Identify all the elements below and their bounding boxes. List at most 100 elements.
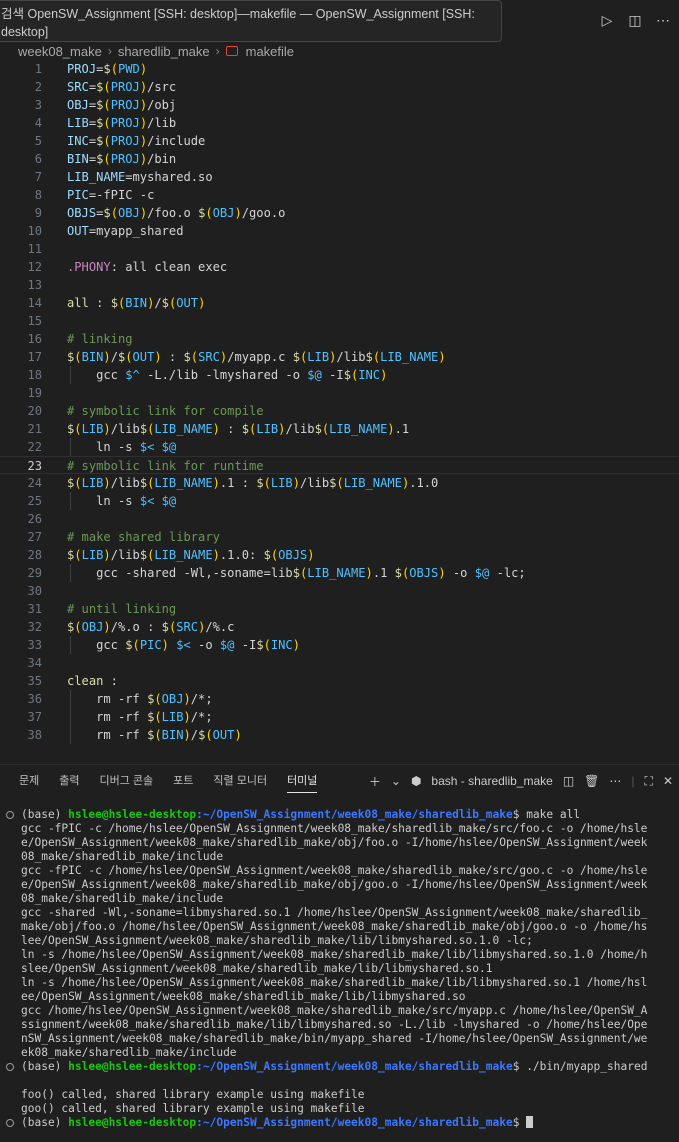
tab-problems[interactable]: 문제 — [0, 765, 49, 797]
code-line[interactable]: 13 — [0, 276, 679, 294]
line-number: 3 — [34, 98, 42, 112]
code-line[interactable]: 22 ln -s $< $@ — [0, 438, 679, 456]
code-line[interactable]: 19 — [0, 384, 679, 402]
maximize-panel-icon[interactable]: ⛶ — [645, 774, 653, 789]
line-number: 1 — [34, 62, 42, 76]
split-editor-icon[interactable]: ◫ — [627, 12, 643, 28]
code-line[interactable]: 15 — [0, 312, 679, 330]
code-line[interactable]: 6 BIN=$(PROJ)/bin — [0, 150, 679, 168]
code-line[interactable]: 27 # make shared library — [0, 528, 679, 546]
code-line[interactable]: 23 # symbolic link for runtime — [0, 456, 679, 474]
tab-debug-console[interactable]: 디버그 콘솔 — [90, 765, 164, 797]
code-text: clean : — [67, 674, 118, 688]
indent-guide — [70, 366, 71, 384]
terminal-output-line: 08_make/sharedlib_make/include — [21, 850, 224, 863]
code-line[interactable]: 38 rm -rf $(BIN)/$(OUT) — [0, 726, 679, 744]
line-number: 8 — [34, 188, 42, 202]
code-line[interactable]: 9 OBJS=$(OBJ)/foo.o $(OBJ)/goo.o — [0, 204, 679, 222]
code-line[interactable]: 28 $(LIB)/lib$(LIB_NAME).1.0: $(OBJS) — [0, 546, 679, 564]
chevron-down-icon[interactable]: ⌄ — [391, 774, 401, 788]
breadcrumb: week08_make › sharedlib_make › makefile — [0, 42, 294, 60]
code-line[interactable]: 35 clean : — [0, 672, 679, 690]
more-actions-icon[interactable]: ⋯ — [655, 12, 671, 28]
code-line[interactable]: 37 rm -rf $(LIB)/*; — [0, 708, 679, 726]
line-number: 16 — [27, 332, 42, 346]
code-text: $(LIB)/lib$(LIB_NAME).1.0: $(OBJS) — [67, 548, 315, 562]
code-line[interactable]: 4 LIB=$(PROJ)/lib — [0, 114, 679, 132]
more-actions-icon[interactable]: ⋯ — [609, 774, 621, 788]
tab-terminal[interactable]: 터미널 — [277, 765, 327, 797]
terminal-output-line: nSW_Assignment/week08_make/sharedlib_mak… — [21, 1032, 648, 1045]
code-text: OBJ=$(PROJ)/obj — [67, 98, 177, 112]
code-line[interactable]: 24 $(LIB)/lib$(LIB_NAME).1 : $(LIB)/lib$(… — [0, 474, 679, 492]
code-line[interactable]: 17 $(BIN)/$(OUT) : $(SRC)/myapp.c $(LIB)/… — [0, 348, 679, 366]
close-icon[interactable]: ✕ — [663, 774, 673, 788]
breadcrumb-week08-make[interactable]: week08_make — [18, 44, 102, 59]
code-line[interactable]: 12 .PHONY: all clean exec — [0, 258, 679, 276]
line-number: 11 — [27, 242, 42, 256]
breadcrumb-makefile[interactable]: makefile — [246, 44, 294, 59]
line-number: 2 — [34, 80, 42, 94]
code-line[interactable]: 34 — [0, 654, 679, 672]
line-number: 32 — [27, 620, 42, 634]
code-text: OUT=myapp_shared — [67, 224, 184, 238]
code-text: rm -rf $(BIN)/$(OUT) — [67, 728, 242, 742]
code-line[interactable]: 26 — [0, 510, 679, 528]
code-line[interactable]: 2 SRC=$(PROJ)/src — [0, 78, 679, 96]
code-line[interactable]: 3 OBJ=$(PROJ)/obj — [0, 96, 679, 114]
command-status-icon[interactable] — [6, 1063, 14, 1071]
indent-guide — [70, 492, 71, 510]
code-text: # linking — [67, 332, 133, 346]
terminal-output-line: make/obj/foo.o /home/hslee/OpenSW_Assign… — [21, 920, 648, 933]
line-number: 18 — [27, 368, 42, 382]
code-editor[interactable]: 1 PROJ=$(PWD) 2 SRC=$(PROJ)/src 3 OBJ=$(PROJ)… — [0, 60, 679, 760]
code-line[interactable]: 7 LIB_NAME=myshared.so — [0, 168, 679, 186]
code-text: gcc -shared -Wl,-soname=lib$(LIB_NAME).1… — [67, 566, 526, 580]
line-number: 22 — [27, 440, 42, 454]
code-text: LIB_NAME=myshared.so — [67, 170, 213, 184]
code-line[interactable]: 31 # until linking — [0, 600, 679, 618]
command-status-icon[interactable] — [6, 1119, 14, 1127]
terminal-output-line: goo() called, shared library example usi… — [21, 1102, 365, 1115]
chevron-right-icon: › — [107, 44, 112, 58]
terminal[interactable]: (base) hslee@hslee-desktop:~/OpenSW_Assi… — [0, 808, 679, 1138]
new-terminal-icon[interactable]: ＋ — [369, 773, 381, 790]
code-line[interactable]: 14 all : $(BIN)/$(OUT) — [0, 294, 679, 312]
code-text: PIC=-fPIC -c — [67, 188, 155, 202]
tab-output[interactable]: 출력 — [49, 765, 89, 797]
code-line[interactable]: 8 PIC=-fPIC -c — [0, 186, 679, 204]
code-line[interactable]: 29 gcc -shared -Wl,-soname=lib$(LIB_NAME… — [0, 564, 679, 582]
tab-serial-monitor[interactable]: 직렬 모니터 — [203, 765, 277, 797]
terminal-output-line: e/OpenSW_Assignment/week08_make/sharedli… — [21, 836, 648, 849]
code-line[interactable]: 21 $(LIB)/lib$(LIB_NAME) : $(LIB)/lib$(LI… — [0, 420, 679, 438]
line-number: 7 — [34, 170, 42, 184]
command-status-icon[interactable] — [6, 811, 14, 819]
code-line[interactable]: 32 $(OBJ)/%.o : $(SRC)/%.c — [0, 618, 679, 636]
tab-ports[interactable]: 포트 — [163, 765, 203, 797]
line-number: 36 — [27, 692, 42, 706]
code-line[interactable]: 20 # symbolic link for compile — [0, 402, 679, 420]
code-text: # symbolic link for runtime — [67, 459, 264, 473]
code-line[interactable]: 10 OUT=myapp_shared — [0, 222, 679, 240]
code-line[interactable]: 11 — [0, 240, 679, 258]
code-line[interactable]: 33 gcc $(PIC) $< -o $@ -I$(INC) — [0, 636, 679, 654]
indent-guide — [70, 636, 71, 654]
breadcrumb-sharedlib-make[interactable]: sharedlib_make — [118, 44, 210, 59]
code-line[interactable]: 25 ln -s $< $@ — [0, 492, 679, 510]
line-number: 23 — [27, 459, 42, 473]
code-text: $(OBJ)/%.o : $(SRC)/%.c — [67, 620, 235, 634]
trash-icon[interactable]: 🗑 — [584, 774, 599, 788]
code-line[interactable]: 18 gcc $^ -L./lib -lmyshared -o $@ -I$(I… — [0, 366, 679, 384]
terminal-output-line: ee/OpenSW_Assignment/week08_make/sharedl… — [21, 990, 466, 1003]
run-icon[interactable]: ▷ — [599, 12, 615, 28]
terminal-name[interactable]: bash - sharedlib_make — [431, 774, 552, 788]
split-terminal-icon[interactable]: ◫ — [563, 774, 574, 788]
code-text: LIB=$(PROJ)/lib — [67, 116, 177, 130]
line-number: 6 — [34, 152, 42, 166]
code-line[interactable]: 30 — [0, 582, 679, 600]
code-line[interactable]: 36 rm -rf $(OBJ)/*; — [0, 690, 679, 708]
code-line[interactable]: 5 INC=$(PROJ)/include — [0, 132, 679, 150]
code-line[interactable]: 16 # linking — [0, 330, 679, 348]
code-line[interactable]: 1 PROJ=$(PWD) — [0, 60, 679, 78]
code-text: $(LIB)/lib$(LIB_NAME).1 : $(LIB)/lib$(LI… — [67, 476, 439, 490]
